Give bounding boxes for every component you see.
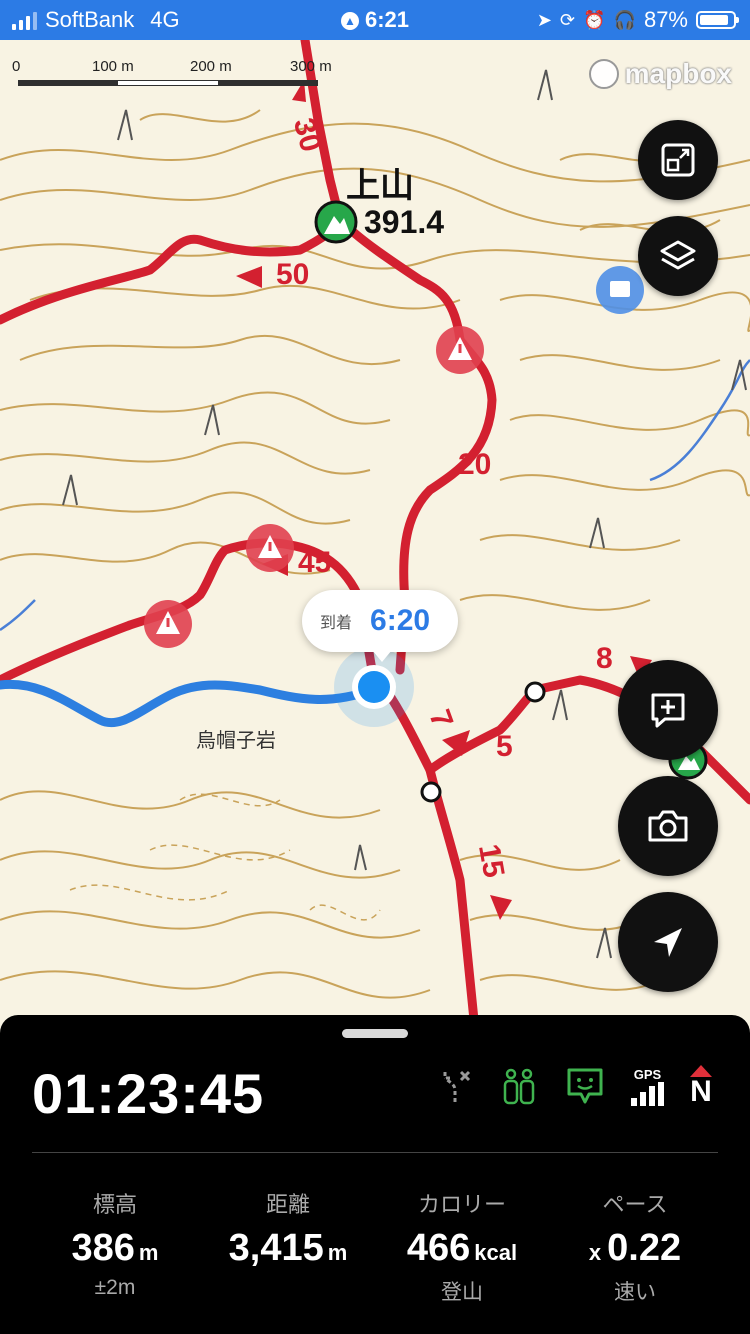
- expand-map-button[interactable]: [638, 120, 718, 200]
- stream-line-west: [0, 599, 36, 632]
- stat-sub: ±2m: [94, 1276, 136, 1299]
- peak-name: 上山: [346, 167, 414, 205]
- stat-label: 標高: [92, 1192, 137, 1217]
- trail-time-label: 8: [596, 642, 613, 675]
- scale-label: 200 m: [190, 58, 232, 75]
- cliff-lines: [69, 793, 381, 921]
- companion-tracking-icon[interactable]: [499, 1066, 539, 1106]
- stat-calories: カロリー 466 kcal 登山: [372, 1187, 552, 1306]
- compass-north-label: N: [690, 1075, 712, 1108]
- panel-divider: [32, 1152, 718, 1153]
- drag-handle[interactable]: [342, 1029, 408, 1038]
- add-note-icon: [651, 693, 685, 728]
- trail-time-label: 50: [276, 258, 310, 291]
- scale-label: 100 m: [92, 58, 134, 75]
- place-label: 烏帽子岩: [196, 730, 276, 752]
- status-bar: SoftBank 4G ▲ 6:21 ➤ ⟳ ⏰ 🎧 87%: [0, 0, 750, 40]
- map-view[interactable]: 0 100 m 200 m 300 m mapbox 上山 391.4 烏帽子岩…: [0, 40, 750, 1030]
- trail-time-label: 20: [458, 448, 492, 481]
- stat-sub: 登山: [441, 1281, 483, 1304]
- peak-altitude: 391.4: [364, 204, 445, 240]
- scale-label: 0: [12, 58, 21, 75]
- stat-value: x 0.22: [588, 1227, 682, 1269]
- comment-marker-icon[interactable]: [596, 266, 644, 314]
- battery-fill: [700, 15, 728, 25]
- map-layers-button[interactable]: [638, 216, 718, 296]
- alarm-icon: ⏰: [583, 9, 606, 30]
- map-scale: 0 100 m 200 m 300 m: [12, 58, 342, 98]
- stat-label: 距離: [265, 1192, 310, 1217]
- location-arrow-icon: [654, 928, 682, 957]
- mapbox-icon: [588, 59, 619, 89]
- scale-segment: [118, 81, 218, 85]
- battery-percent: 87%: [643, 7, 688, 32]
- gps-label: GPS: [633, 1066, 662, 1082]
- arrival-label: 到着: [320, 615, 353, 632]
- trail-time-label: 5: [496, 730, 513, 763]
- battery-icon: [696, 11, 739, 29]
- status-right: ➤ ⟳ ⏰ 🎧 87%: [536, 7, 739, 33]
- junction-marker: [420, 781, 442, 803]
- camera-icon: [648, 810, 688, 842]
- junction-marker: [524, 681, 546, 703]
- message-face-icon[interactable]: [565, 1066, 605, 1106]
- stat-label: ペース: [602, 1192, 668, 1217]
- track-line: [0, 679, 377, 728]
- stat-value: 466 kcal: [406, 1227, 518, 1269]
- layers-icon: [660, 240, 696, 270]
- route-deviation-icon[interactable]: [437, 1068, 473, 1104]
- rotation-lock-icon: ⟳: [560, 9, 576, 30]
- scale-label: 300 m: [290, 58, 332, 75]
- trail-time-label: 15: [472, 841, 511, 881]
- trail-time-label: 45: [298, 546, 332, 579]
- camera-button[interactable]: [618, 776, 718, 876]
- arrival-time-bubble[interactable]: 到着 6:20: [302, 590, 458, 662]
- stat-sub: 速い: [614, 1281, 656, 1304]
- navigation-icon: ▲: [340, 12, 359, 30]
- stat-label: カロリー: [417, 1192, 506, 1217]
- stat-altitude: 標高 386 m ±2m: [25, 1187, 205, 1300]
- stat-value: 386 m: [71, 1227, 159, 1269]
- compass-icon[interactable]: N: [690, 1065, 712, 1107]
- current-location-button[interactable]: [618, 892, 718, 992]
- arrival-time: 6:20: [370, 604, 431, 637]
- mapbox-wordmark: mapbox: [624, 58, 732, 89]
- peak-icon: [314, 200, 358, 244]
- add-memo-button[interactable]: [618, 660, 718, 760]
- stat-pace: ペース x 0.22 速い: [545, 1187, 725, 1306]
- clock-label: 6:21: [364, 7, 410, 32]
- tracking-panel[interactable]: 01:23:45 GPS N 標高 386 m ±2m 距離 3,415 m カ…: [0, 1015, 750, 1334]
- expand-icon: [661, 143, 695, 177]
- gps-signal-icon: GPS: [631, 1067, 664, 1106]
- location-arrow-icon: ➤: [536, 9, 553, 30]
- elapsed-time: 01:23:45: [32, 1062, 265, 1125]
- headphones-icon: 🎧: [613, 9, 636, 30]
- stat-value: 3,415 m: [228, 1227, 348, 1269]
- status-icons: GPS N: [437, 1065, 712, 1107]
- mapbox-logo: mapbox: [588, 58, 732, 90]
- stat-distance: 距離 3,415 m: [198, 1187, 378, 1276]
